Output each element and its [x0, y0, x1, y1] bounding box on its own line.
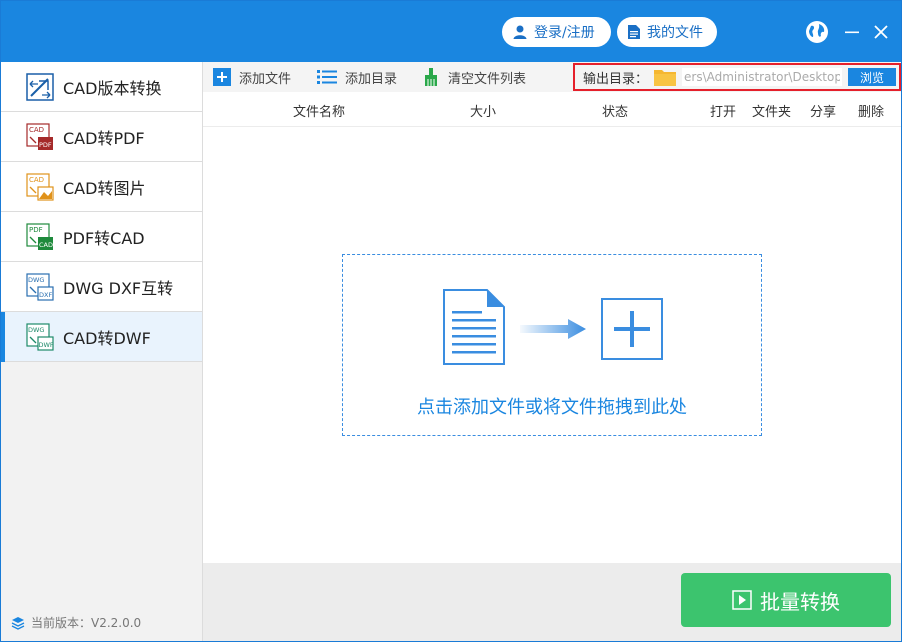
- login-register-label: 登录/注册: [534, 25, 595, 41]
- my-files-button[interactable]: 我的文件: [617, 17, 717, 47]
- svg-text:CAD: CAD: [29, 126, 44, 134]
- sidebar-item-label: PDF转CAD: [63, 228, 145, 248]
- sidebar-item-label: DWG DXF互转: [63, 278, 174, 298]
- sidebar-item-cad-to-dwf[interactable]: DWG DWF CAD转DWF: [1, 312, 202, 362]
- plus-icon: [601, 298, 663, 360]
- sidebar-item-label: CAD转DWF: [63, 328, 151, 348]
- folder-icon[interactable]: [654, 68, 677, 86]
- file-list-area: 点击添加文件或将文件拖拽到此处: [203, 127, 901, 563]
- toolbar: 添加文件 添加目录 清空文件列表 输出目录： ers\Administrator…: [203, 62, 901, 92]
- clear-list-button[interactable]: 清空文件列表: [422, 67, 526, 87]
- svg-text:DWF: DWF: [39, 341, 54, 349]
- sidebar-item-label: CAD转图片: [63, 178, 146, 198]
- sidebar-item-cad-to-image[interactable]: CAD CAD转图片: [1, 162, 202, 212]
- sidebar-item-cad-to-pdf[interactable]: CAD PDF CAD转PDF: [1, 112, 202, 162]
- add-file-label: 添加文件: [239, 71, 292, 87]
- document-icon: [443, 289, 505, 365]
- drop-zone-text: 点击添加文件或将文件拖拽到此处: [417, 397, 687, 418]
- minimize-button[interactable]: [839, 19, 865, 45]
- output-directory-label: 输出目录：: [583, 71, 649, 87]
- svg-text:DWG: DWG: [28, 276, 44, 284]
- svg-text:DWG: DWG: [28, 326, 44, 334]
- add-directory-button[interactable]: 添加目录: [317, 67, 397, 87]
- version-label: 当前版本：V2.2.0.0: [31, 616, 142, 630]
- batch-convert-button[interactable]: 批量转换: [681, 573, 891, 627]
- file-table-header: 文件名称 大小 状态 打开 文件夹 分享 删除: [203, 92, 901, 127]
- sidebar-item-cad-version-convert[interactable]: CAD版本转换: [1, 62, 202, 112]
- app-window: 登录/注册 我的文件 CAD版本转换 CAD PDF CAD转PDF CAD C…: [0, 0, 902, 642]
- svg-text:CAD: CAD: [39, 241, 53, 249]
- svg-text:CAD: CAD: [29, 176, 44, 184]
- cad-version-convert-icon: [26, 72, 54, 101]
- cad-to-image-icon: CAD: [26, 172, 54, 201]
- version-info: 当前版本：V2.2.0.0: [11, 614, 141, 631]
- sidebar-item-dwg-dxf-convert[interactable]: DWG DXF DWG DXF互转: [1, 262, 202, 312]
- column-header-share: 分享: [810, 105, 837, 120]
- column-header-size: 大小: [470, 105, 497, 120]
- svg-text:PDF: PDF: [39, 141, 52, 149]
- column-header-folder: 文件夹: [752, 105, 792, 120]
- dwg-dxf-convert-icon: DWG DXF: [26, 272, 54, 301]
- drop-zone[interactable]: 点击添加文件或将文件拖拽到此处: [342, 254, 762, 436]
- browse-button[interactable]: 浏览: [848, 68, 897, 86]
- title-bar: 登录/注册 我的文件: [1, 1, 901, 62]
- arrow-right-icon: [520, 319, 586, 339]
- sidebar-item-pdf-to-cad[interactable]: PDF CAD PDF转CAD: [1, 212, 202, 262]
- output-path-input[interactable]: [682, 68, 843, 86]
- add-directory-label: 添加目录: [345, 71, 398, 87]
- sidebar-item-label: CAD转PDF: [63, 128, 145, 148]
- close-button[interactable]: [868, 19, 894, 45]
- add-file-button[interactable]: 添加文件: [213, 67, 291, 87]
- pdf-to-cad-icon: PDF CAD: [26, 222, 53, 250]
- svg-text:DXF: DXF: [39, 291, 52, 299]
- clear-list-label: 清空文件列表: [448, 71, 527, 87]
- footer-bar: 批量转换: [203, 563, 901, 641]
- my-files-label: 我的文件: [647, 25, 703, 41]
- svg-text:PDF: PDF: [29, 226, 43, 234]
- convert-icon: [732, 590, 752, 610]
- cad-to-dwf-icon: DWG DWF: [26, 322, 54, 351]
- output-directory-box: 输出目录： 浏览: [573, 63, 901, 91]
- layers-icon: [11, 616, 25, 630]
- globe-icon[interactable]: [804, 19, 830, 45]
- column-header-open: 打开: [710, 105, 737, 120]
- list-icon: [317, 70, 337, 84]
- user-icon: [513, 25, 527, 39]
- document-icon: [628, 25, 640, 39]
- cad-to-pdf-icon: CAD PDF: [26, 122, 53, 150]
- column-header-filename: 文件名称: [293, 105, 346, 120]
- batch-convert-label: 批量转换: [760, 589, 840, 614]
- login-register-button[interactable]: 登录/注册: [502, 17, 611, 47]
- sidebar-item-label: CAD版本转换: [63, 78, 162, 98]
- sidebar: CAD版本转换 CAD PDF CAD转PDF CAD CAD转图片 PDF C…: [1, 62, 203, 641]
- plus-icon: [213, 68, 231, 86]
- column-header-delete: 删除: [858, 105, 885, 120]
- column-header-status: 状态: [602, 105, 629, 120]
- broom-icon: [425, 68, 437, 86]
